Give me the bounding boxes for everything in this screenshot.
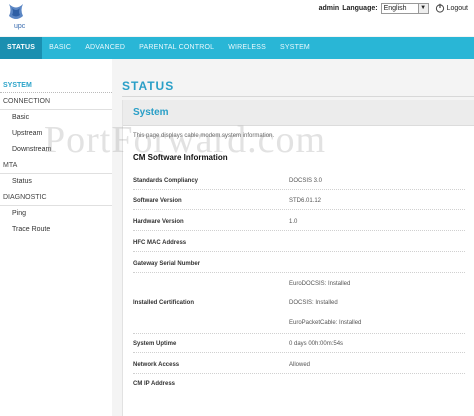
row-divider bbox=[133, 333, 465, 334]
row-divider bbox=[133, 272, 465, 273]
user-name: admin bbox=[318, 4, 340, 12]
sidebar-item-trace-route[interactable]: Trace Route bbox=[12, 226, 124, 233]
nav-basic[interactable]: BASIC bbox=[42, 37, 78, 59]
label-software-version: Software Version bbox=[133, 198, 182, 204]
logout-link[interactable]: Logout bbox=[447, 5, 468, 12]
language-label: Language: bbox=[342, 4, 378, 12]
cert-eurodocsis: EuroDOCSIS: Installed bbox=[289, 281, 351, 287]
value-standards-compliancy: DOCSIS 3.0 bbox=[289, 178, 323, 184]
sidebar-item-downstream[interactable]: Downstream bbox=[12, 146, 124, 153]
chevron-down-icon: ▼ bbox=[417, 3, 428, 13]
nav-wireless[interactable]: WIRELESS bbox=[221, 37, 273, 59]
logo-text: upc bbox=[14, 23, 26, 30]
sidebar-item-ping[interactable]: Ping bbox=[12, 210, 124, 217]
section-title: CM Software Information bbox=[133, 153, 228, 162]
title-divider bbox=[122, 96, 474, 97]
sidebar-item-upstream[interactable]: Upstream bbox=[12, 130, 124, 137]
sidebar-item-diagnostic[interactable]: DIAGNOSTIC bbox=[0, 194, 112, 201]
sidebar-item-system[interactable]: SYSTEM bbox=[0, 82, 112, 93]
label-gateway-serial-number: Gateway Serial Number bbox=[133, 261, 201, 267]
nav-parental-control[interactable]: PARENTAL CONTROL bbox=[132, 37, 221, 59]
label-hardware-version: Hardware Version bbox=[133, 219, 184, 225]
upc-logo-icon bbox=[9, 4, 23, 19]
value-system-uptime: 0 days 00h:00m:54s bbox=[289, 341, 344, 347]
label-standards-compliancy: Standards Compliancy bbox=[133, 178, 199, 184]
nav-status[interactable]: STATUS bbox=[0, 37, 43, 59]
sidebar: SYSTEM CONNECTION Basic Upstream Downstr… bbox=[0, 59, 112, 416]
nav-advanced[interactable]: ADVANCED bbox=[78, 37, 132, 59]
main-nav: STATUS BASIC ADVANCED PARENTAL CONTROL W… bbox=[0, 37, 474, 59]
header: upc admin Language: English ▼ Logout bbox=[0, 0, 474, 36]
language-value: English bbox=[383, 4, 407, 12]
value-network-access: Allowed bbox=[289, 362, 311, 368]
label-network-access: Network Access bbox=[133, 362, 180, 368]
panel-description: This page displays cable modem system in… bbox=[133, 133, 275, 139]
sidebar-item-connection[interactable]: CONNECTION bbox=[0, 98, 112, 105]
header-controls: admin Language: English ▼ Logout bbox=[319, 2, 468, 14]
panel-header: System bbox=[123, 100, 474, 126]
sidebar-divider bbox=[0, 109, 112, 110]
value-software-version: STD6.01.12 bbox=[289, 198, 322, 204]
system-panel: System This page displays cable modem sy… bbox=[122, 100, 474, 416]
row-divider bbox=[133, 209, 465, 210]
row-divider bbox=[133, 251, 465, 252]
value-hardware-version: 1.0 bbox=[289, 219, 298, 225]
sidebar-divider bbox=[0, 173, 112, 174]
sidebar-divider bbox=[0, 205, 112, 206]
sidebar-item-basic[interactable]: Basic bbox=[12, 114, 124, 121]
label-cm-ip-address: CM IP Address bbox=[133, 381, 176, 387]
row-divider bbox=[133, 373, 465, 374]
row-divider bbox=[133, 230, 465, 231]
panel-title: System bbox=[133, 107, 169, 118]
cert-europacketcable: EuroPacketCable: Installed bbox=[289, 320, 362, 326]
label-installed-certification: Installed Certification bbox=[133, 300, 195, 306]
cert-docsis: DOCSIS: Installed bbox=[289, 300, 338, 306]
nav-system[interactable]: SYSTEM bbox=[273, 37, 317, 59]
page-title: STATUS bbox=[122, 79, 175, 93]
language-select[interactable]: English ▼ bbox=[380, 2, 429, 14]
sidebar-item-mta[interactable]: MTA bbox=[0, 162, 112, 169]
sidebar-item-mta-status[interactable]: Status bbox=[12, 178, 124, 185]
row-divider bbox=[133, 352, 465, 353]
label-hfc-mac-address: HFC MAC Address bbox=[133, 240, 187, 246]
row-divider bbox=[133, 189, 465, 190]
logout-icon[interactable] bbox=[435, 3, 445, 13]
label-system-uptime: System Uptime bbox=[133, 341, 177, 347]
